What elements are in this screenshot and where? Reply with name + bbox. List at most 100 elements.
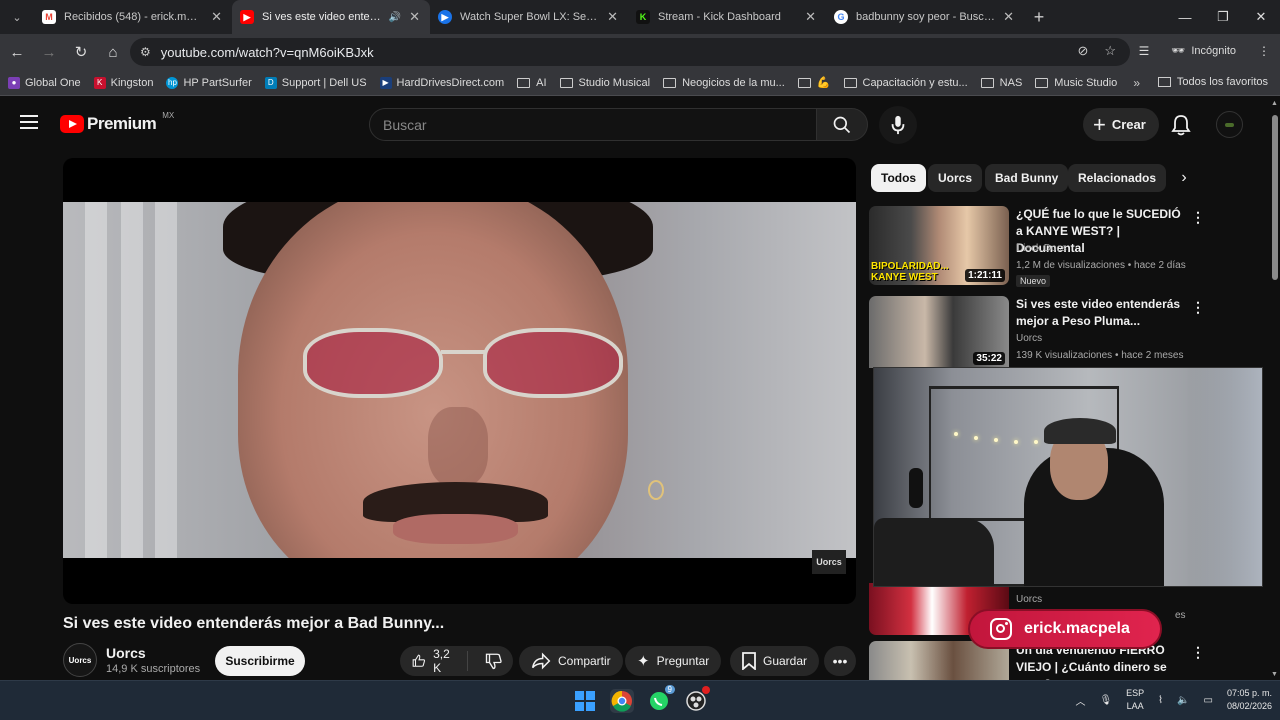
back-button[interactable]: ←	[2, 37, 32, 67]
close-window-icon[interactable]: ✕	[1242, 0, 1280, 34]
chip-related[interactable]: Relacionados	[1068, 164, 1167, 192]
scroll-up-icon[interactable]: ▲	[1271, 100, 1278, 107]
ask-button[interactable]: ✦ Preguntar	[625, 646, 722, 676]
address-bar[interactable]: ⚙ youtube.com/watch?v=qnM6oiKBJxk ⊘ ☆	[130, 38, 1130, 66]
search-button[interactable]	[816, 108, 868, 141]
tab-gmail[interactable]: M Recibidos (548) - erick.macpela ✕	[34, 0, 232, 34]
bookmark-global-one[interactable]: ● Global One	[8, 76, 81, 89]
channel-watermark[interactable]: Uorcs	[812, 550, 846, 574]
tab-search-button[interactable]: ⌄	[0, 0, 34, 34]
dislike-button[interactable]	[475, 652, 513, 670]
channel-name[interactable]: Uorcs	[1016, 333, 1042, 344]
account-avatar[interactable]	[1216, 111, 1243, 138]
chips-next-button[interactable]: ›	[1170, 166, 1198, 190]
earring	[648, 480, 664, 500]
bookmark-label: Kingston	[110, 76, 154, 89]
close-icon[interactable]: ✕	[1003, 9, 1014, 25]
battery-icon[interactable]: ▭	[1204, 695, 1213, 706]
bookmark-folder-music-studio[interactable]: Music Studio	[1035, 77, 1117, 89]
channel-name[interactable]: Dieck Docs	[1016, 243, 1067, 254]
video-meta: 139 K visualizaciones • hace 2 meses	[1016, 350, 1184, 361]
wifi-icon[interactable]: ⌇	[1158, 695, 1163, 706]
close-icon[interactable]: ✕	[805, 9, 816, 25]
home-button[interactable]: ⌂	[98, 37, 128, 67]
reload-button[interactable]: ↻	[66, 37, 96, 67]
clock[interactable]: 07:05 p. m. 08/02/2026	[1227, 687, 1272, 713]
maximize-icon[interactable]: ❐	[1204, 0, 1242, 34]
all-bookmarks-button[interactable]: Todos los favoritos	[1157, 76, 1268, 88]
video-thumbnail[interactable]: 35:22	[869, 296, 1009, 368]
reading-list-icon[interactable]: ☰	[1139, 44, 1150, 58]
obs-icon[interactable]	[684, 686, 710, 713]
language-indicator[interactable]: ESP LAA	[1126, 687, 1144, 713]
scroll-down-icon[interactable]: ▼	[1271, 671, 1278, 678]
scrollbar-thumb[interactable]	[1272, 115, 1278, 280]
eye-off-icon[interactable]: ⊘	[1077, 43, 1088, 59]
bookmark-dell-support[interactable]: D Support | Dell US	[264, 76, 367, 89]
bookmark-folder-muscle[interactable]: 💪	[797, 76, 831, 89]
voice-search-button[interactable]	[879, 106, 917, 144]
forward-button[interactable]: →	[34, 37, 64, 67]
bookmark-kingston[interactable]: K Kingston	[93, 76, 154, 89]
channel-name[interactable]: Uorcs	[1016, 594, 1042, 605]
menu-icon[interactable]	[20, 115, 38, 129]
more-actions-button[interactable]: •••	[824, 646, 856, 676]
browser-menu-icon[interactable]: ⋮	[1258, 44, 1270, 58]
bookmark-harddrivesdirect[interactable]: ▶ HardDrivesDirect.com	[379, 76, 504, 89]
whatsapp-icon[interactable]: 9	[647, 685, 675, 713]
speaker-icon[interactable]: 🔊	[389, 12, 401, 23]
close-icon[interactable]: ✕	[409, 9, 420, 25]
incognito-indicator[interactable]: 🕶 Incógnito	[1161, 40, 1246, 61]
chip-bad-bunny[interactable]: Bad Bunny	[985, 164, 1069, 192]
save-button[interactable]: Guardar	[730, 646, 820, 676]
chip-uorcs[interactable]: Uorcs	[928, 164, 983, 192]
like-count: 3,2 K	[433, 647, 450, 675]
video-player[interactable]: Uorcs	[63, 158, 856, 604]
microphone-tray-icon[interactable]: 🎙	[1099, 695, 1112, 706]
video-title[interactable]: Si ves este video entenderás mejor a Pes…	[1016, 296, 1186, 330]
video-frame[interactable]	[63, 202, 856, 558]
chevron-up-icon[interactable]: ︿	[1075, 693, 1085, 708]
bookmark-folder-nas[interactable]: NAS	[980, 77, 1022, 89]
channel-avatar[interactable]: Uorcs	[63, 643, 97, 677]
subscribe-button[interactable]: Suscribirme	[215, 646, 305, 676]
search-box[interactable]	[369, 108, 817, 141]
bookmark-folder-capacitacion[interactable]: Capacitación y estu...	[843, 77, 968, 89]
more-vertical-icon[interactable]: ⋮	[1191, 299, 1205, 316]
close-icon[interactable]: ✕	[607, 9, 618, 25]
mouth	[393, 514, 518, 544]
minimize-icon[interactable]: —	[1166, 0, 1204, 34]
volume-icon[interactable]: 🔈	[1177, 695, 1189, 706]
tab-youtube-video[interactable]: ▶ Si ves este video entenderás 🔊 ✕	[232, 0, 430, 34]
recommendation-item[interactable]: BIPOLARIDAD... KANYE WEST 1:21:11 ¿QUÉ f…	[869, 206, 1249, 290]
share-button[interactable]: Compartir	[519, 646, 623, 676]
bookmark-hp-partsurfer[interactable]: hp HP PartSurfer	[166, 76, 252, 89]
page-scrollbar[interactable]: ▲ ▼	[1270, 97, 1280, 680]
url-text[interactable]: youtube.com/watch?v=qnM6oiKBJxk	[161, 45, 374, 60]
tab-google-search[interactable]: G badbunny soy peor - Buscar con ✕	[826, 0, 1024, 34]
youtube-premium-logo[interactable]: Premium MX	[60, 111, 174, 134]
more-bookmarks-button[interactable]: »	[1133, 76, 1140, 90]
bookmark-folder-studio-musical[interactable]: Studio Musical	[559, 77, 650, 89]
like-button[interactable]: 3,2 K	[400, 647, 468, 675]
bookmark-folder-ai[interactable]: AI	[517, 77, 547, 89]
notifications-button[interactable]	[1167, 111, 1195, 139]
tab-super-bowl[interactable]: ▶ Watch Super Bowl LX: Seahawks ✕	[430, 0, 628, 34]
video-thumbnail[interactable]: BIPOLARIDAD... KANYE WEST 1:21:11	[869, 206, 1009, 285]
create-button[interactable]: + Crear	[1083, 108, 1159, 141]
more-vertical-icon[interactable]: ⋮	[1191, 644, 1205, 661]
tab-kick-dashboard[interactable]: K Stream - Kick Dashboard ✕	[628, 0, 826, 34]
chrome-icon[interactable]	[610, 689, 634, 713]
star-icon[interactable]: ☆	[1104, 43, 1116, 59]
chip-all[interactable]: Todos	[871, 164, 927, 192]
chevron-down-icon: ⌄	[12, 11, 22, 24]
channel-name[interactable]: Uorcs	[106, 645, 146, 661]
close-icon[interactable]: ✕	[211, 9, 222, 25]
search-input[interactable]	[383, 116, 816, 133]
bookmark-folder-negocios[interactable]: Neogicios de la mu...	[663, 77, 785, 89]
recommendation-item[interactable]: 35:22 Si ves este video entenderás mejor…	[869, 296, 1249, 368]
site-info-icon[interactable]: ⚙	[140, 45, 151, 59]
new-tab-button[interactable]: +	[1024, 7, 1054, 28]
windows-start-icon[interactable]	[573, 689, 597, 713]
more-vertical-icon[interactable]: ⋮	[1191, 209, 1205, 226]
